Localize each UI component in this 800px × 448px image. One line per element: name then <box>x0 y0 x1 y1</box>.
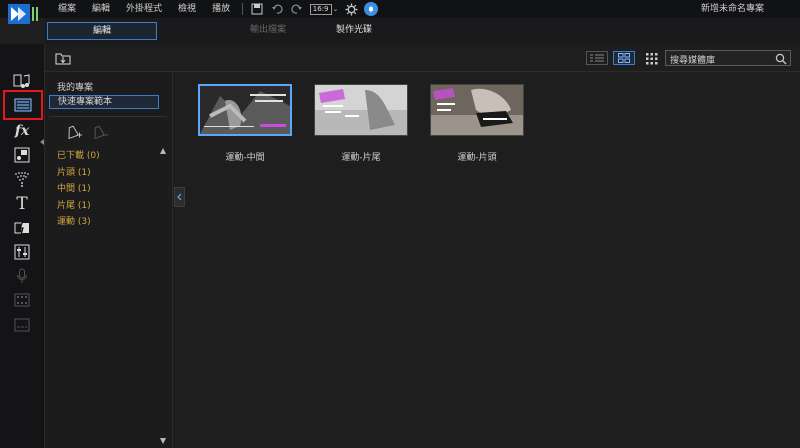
aspect-ratio-dropdown[interactable]: 16:9 ⌄ <box>309 1 339 17</box>
grid-menu-icon[interactable] <box>645 51 659 65</box>
voiceover-room-button[interactable] <box>10 265 34 287</box>
list-view-icon <box>590 54 604 62</box>
save-icon[interactable] <box>249 1 265 17</box>
tab-edit[interactable]: 編輯 <box>47 22 157 40</box>
title-room-button[interactable]: T <box>10 193 34 215</box>
library-scrollbar[interactable] <box>791 72 800 448</box>
mode-tab-bar: 編輯 輸出檔案 製作光碟 <box>45 18 800 44</box>
tag-item-middle[interactable]: 中間 (1) <box>57 181 100 198</box>
template-caption: 運動-片頭 <box>457 153 497 163</box>
chapter-room-button[interactable] <box>10 289 34 311</box>
menu-bar: 檔案 編輯 外掛程式 檢視 播放 16:9 ⌄ 新增未命名專案 <box>0 0 800 24</box>
transition-room-button[interactable] <box>10 217 34 239</box>
sports-intro-thumbnail-image <box>431 85 523 135</box>
tag-divider <box>49 116 167 117</box>
settings-gear-icon[interactable] <box>343 1 359 17</box>
template-caption: 運動-中間 <box>225 153 265 163</box>
template-room-icon <box>14 98 32 112</box>
add-tag-icon[interactable] <box>65 123 83 139</box>
subtitle-room-icon <box>14 318 30 332</box>
template-thumbnail[interactable] <box>314 84 408 136</box>
pip-room-icon <box>14 147 30 163</box>
tag-header[interactable]: 我的專案 <box>57 80 93 93</box>
tag-item-sports[interactable]: 運動 (3) <box>57 214 100 231</box>
tag-item-quick-template[interactable]: 快速專案範本 <box>49 95 159 109</box>
search-placeholder: 搜尋媒體庫 <box>670 56 716 66</box>
toolbar-separator <box>242 3 244 15</box>
aspect-ratio-label: 16:9 <box>309 3 332 15</box>
chevron-down-icon: ⌄ <box>332 5 339 13</box>
chevron-left-icon <box>177 193 182 201</box>
project-title: 新增未命名專案 <box>700 4 764 14</box>
collapse-panel-button[interactable] <box>174 187 185 207</box>
fx-room-icon: fx <box>14 123 30 139</box>
search-icon[interactable] <box>775 53 787 65</box>
tab-create-disc[interactable]: 製作光碟 <box>299 22 409 40</box>
template-caption: 運動-片尾 <box>341 153 381 163</box>
tag-list: 已下載 (0) 片頭 (1) 中間 (1) 片尾 (1) 運動 (3) <box>57 148 100 231</box>
scroll-down-arrow-icon[interactable] <box>160 438 166 444</box>
audio-mixing-room-icon <box>14 244 30 260</box>
tag-panel: 我的專案 快速專案範本 已下載 (0) 片頭 (1) 中間 (1) 片尾 (1)… <box>45 72 173 448</box>
chapter-room-icon <box>14 293 30 307</box>
library-item[interactable]: 運動-片頭 <box>430 84 524 163</box>
menu-plugins[interactable]: 外掛程式 <box>118 0 170 18</box>
room-toolbar: fx T <box>0 44 45 448</box>
details-view-button[interactable] <box>613 51 635 65</box>
undo-icon[interactable] <box>269 1 285 17</box>
template-room-button[interactable] <box>3 90 43 120</box>
template-thumbnail[interactable] <box>198 84 292 136</box>
audio-mixing-room-button[interactable] <box>10 241 34 263</box>
particle-room-icon <box>15 172 29 187</box>
tag-item-intro[interactable]: 片頭 (1) <box>57 165 100 182</box>
template-thumbnail[interactable] <box>430 84 524 136</box>
scroll-up-arrow-icon[interactable] <box>160 148 166 154</box>
app-logo-icon <box>8 4 38 24</box>
particle-room-button[interactable] <box>10 168 34 190</box>
menu-view[interactable]: 檢視 <box>170 0 204 18</box>
pip-room-button[interactable] <box>10 144 34 166</box>
list-view-button[interactable] <box>586 51 608 65</box>
title-room-icon: T <box>16 194 28 214</box>
notification-bell-icon[interactable] <box>363 1 379 17</box>
fx-room-button[interactable]: fx <box>10 120 34 142</box>
transition-room-icon <box>14 220 29 236</box>
menu-playback[interactable]: 播放 <box>204 0 238 18</box>
tag-item-ending[interactable]: 片尾 (1) <box>57 198 100 215</box>
search-input[interactable]: 搜尋媒體庫 <box>665 50 791 66</box>
library-item[interactable]: 運動-中間 <box>198 84 292 163</box>
template-library: 運動-中間 運動-片尾 運動-片頭 <box>186 72 792 448</box>
tag-item-downloaded[interactable]: 已下載 (0) <box>57 148 100 165</box>
media-room-button[interactable] <box>10 70 34 92</box>
menu-file[interactable]: 檔案 <box>50 0 84 18</box>
import-media-icon[interactable] <box>55 51 71 65</box>
redo-icon[interactable] <box>289 1 305 17</box>
media-room-icon <box>13 74 30 88</box>
menu-edit[interactable]: 編輯 <box>84 0 118 18</box>
sports-ending-thumbnail-image <box>315 85 407 135</box>
library-item[interactable]: 運動-片尾 <box>314 84 408 163</box>
delete-tag-icon[interactable] <box>91 123 109 139</box>
thumbnail-view-icon <box>618 53 630 63</box>
voiceover-microphone-icon <box>17 268 27 283</box>
active-room-indicator <box>40 139 44 145</box>
library-toolbar: 搜尋媒體庫 <box>45 44 800 72</box>
sports-middle-thumbnail-image <box>200 86 290 134</box>
subtitle-room-button[interactable] <box>10 314 34 336</box>
